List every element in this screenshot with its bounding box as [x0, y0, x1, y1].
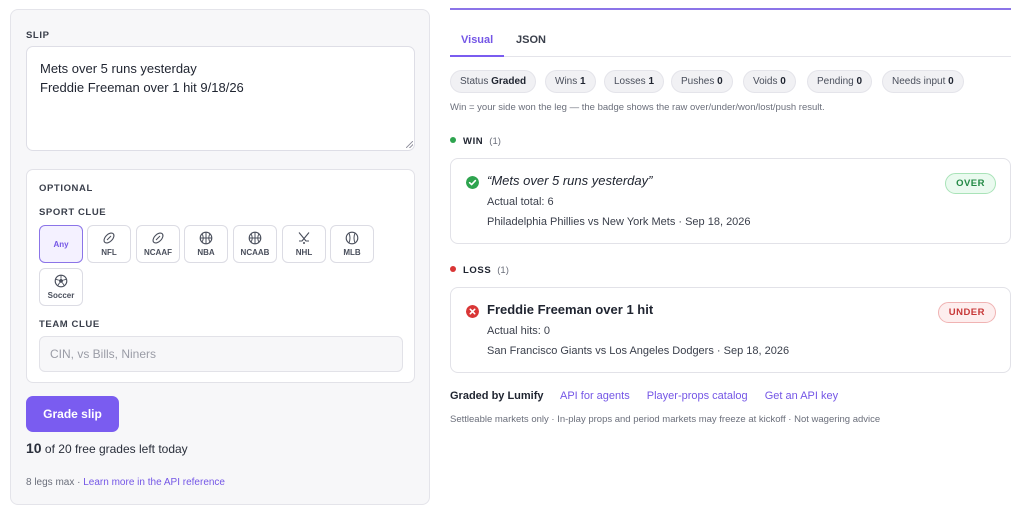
football-icon — [103, 232, 115, 244]
result-tabs: Visual JSON — [450, 24, 1011, 57]
stat-label: Pushes — [681, 76, 715, 87]
api-for-agents-link[interactable]: API for agents — [560, 390, 630, 402]
basketball-icon — [248, 231, 262, 245]
loss-dot-icon — [450, 266, 456, 272]
stat-label: Needs input — [892, 76, 946, 87]
stat-value: 1 — [580, 76, 586, 87]
sport-chip-label: NCAAF — [144, 248, 172, 257]
api-reference-link[interactable]: Learn more in the API reference — [83, 477, 225, 488]
stat-label: Losses — [614, 76, 646, 87]
optional-section: OPTIONAL SPORT CLUE Any NFL NCAAF NBA NC… — [26, 169, 415, 383]
slip-label: SLIP — [26, 30, 50, 41]
sport-chip-label: NBA — [197, 248, 215, 257]
sport-chip-label: NFL — [101, 248, 117, 257]
soccer-ball-icon — [54, 274, 68, 288]
sport-chip-any[interactable]: Any — [39, 225, 83, 263]
team-clue-input[interactable] — [39, 336, 403, 372]
stat-voids: Voids 0 — [743, 70, 796, 93]
grades-count: 10 — [26, 440, 42, 456]
result-card-win[interactable]: “Mets over 5 runs yesterday” Actual tota… — [450, 158, 1011, 244]
sport-chip-label: MLB — [343, 248, 361, 257]
stat-label: Status — [460, 76, 489, 87]
stat-value: 0 — [780, 76, 786, 87]
disclaimer: Settleable markets only · In-play props … — [450, 414, 881, 425]
result-badge: OVER — [945, 173, 996, 194]
stat-value: 0 — [948, 76, 954, 87]
sport-chip-ncaaf[interactable]: NCAAF — [136, 225, 180, 263]
check-circle-icon — [466, 176, 479, 189]
legs-footnote: 8 legs max · Learn more in the API refer… — [26, 477, 225, 488]
basketball-icon — [199, 231, 213, 245]
slip-panel: SLIP Mets over 5 runs yesterday Freddie … — [10, 9, 430, 505]
hockey-sticks-icon — [298, 232, 310, 244]
stat-wins: Wins 1 — [545, 70, 596, 93]
sport-chip-nhl[interactable]: NHL — [282, 225, 326, 263]
tab-visual[interactable]: Visual — [450, 24, 505, 57]
football-icon — [152, 232, 164, 244]
team-clue-label: TEAM CLUE — [39, 319, 100, 330]
get-api-key-link[interactable]: Get an API key — [765, 390, 838, 402]
result-card-loss[interactable]: Freddie Freeman over 1 hit Actual hits: … — [450, 287, 1011, 373]
x-circle-icon — [466, 305, 479, 318]
slip-textarea[interactable]: Mets over 5 runs yesterday Freddie Freem… — [26, 46, 415, 151]
sport-chip-label: NCAAB — [240, 248, 270, 257]
group-label: LOSS — [463, 265, 492, 276]
sport-chip-label: NHL — [295, 248, 313, 257]
win-dot-icon — [450, 137, 456, 143]
baseball-icon — [345, 231, 359, 245]
leg-actual: Actual hits: 0 — [487, 325, 550, 337]
leg-matchup: San Francisco Giants vs Los Angeles Dodg… — [487, 345, 790, 357]
group-count: (1) — [489, 136, 501, 147]
stat-pending: Pending 0 — [807, 70, 873, 93]
sport-chip-nba[interactable]: NBA — [184, 225, 228, 263]
legs-max-text: 8 legs max · — [26, 477, 84, 488]
optional-label: OPTIONAL — [39, 183, 93, 194]
grades-text: of 20 free grades left today — [44, 442, 188, 456]
sport-chip-mlb[interactable]: MLB — [330, 225, 374, 263]
grade-slip-button[interactable]: Grade slip — [26, 396, 119, 432]
leg-title: Freddie Freeman over 1 hit — [487, 302, 654, 317]
stat-value: 1 — [648, 76, 655, 87]
result-badge: UNDER — [937, 302, 996, 323]
group-count: (1) — [497, 265, 509, 276]
sport-chip-label: Any — [53, 239, 69, 249]
stat-label: Voids — [753, 76, 778, 87]
stat-losses: Losses 1 — [604, 70, 665, 93]
loss-group-heading: LOSS (1) — [450, 265, 509, 276]
results-top-rule — [450, 8, 1011, 10]
stat-value: 0 — [856, 76, 863, 87]
sport-clue-label: SPORT CLUE — [39, 207, 107, 218]
stat-label: Pending — [817, 76, 854, 87]
stat-pushes: Pushes 0 — [671, 70, 733, 93]
stat-label: Wins — [555, 76, 578, 87]
stat-value: Graded — [491, 76, 527, 87]
sport-chip-soccer[interactable]: Soccer — [39, 268, 83, 306]
tab-json[interactable]: JSON — [505, 24, 557, 57]
win-group-heading: WIN (1) — [450, 136, 501, 147]
stat-status: Status Graded — [450, 70, 537, 93]
stat-value: 0 — [717, 76, 723, 87]
sport-chip-label: Soccer — [47, 291, 75, 300]
graded-by-brand: Graded by Lumify — [450, 390, 544, 402]
stat-needs-input: Needs input 0 — [882, 70, 964, 93]
leg-matchup: Philadelphia Phillies vs New York Mets ·… — [487, 216, 751, 228]
sport-chip-ncaab[interactable]: NCAAB — [233, 225, 277, 263]
player-props-catalog-link[interactable]: Player-props catalog — [647, 390, 748, 402]
resize-grip-icon[interactable] — [406, 141, 413, 148]
footer-links: Graded by Lumify API for agents Player-p… — [450, 390, 852, 402]
leg-actual: Actual total: 6 — [487, 196, 554, 208]
sport-chip-nfl[interactable]: NFL — [87, 225, 131, 263]
leg-title: “Mets over 5 runs yesterday” — [487, 173, 653, 188]
legend-note: Win = your side won the leg — the badge … — [450, 102, 825, 113]
group-label: WIN — [463, 136, 484, 147]
free-grades-counter: 10 of 20 free grades left today — [26, 440, 188, 456]
